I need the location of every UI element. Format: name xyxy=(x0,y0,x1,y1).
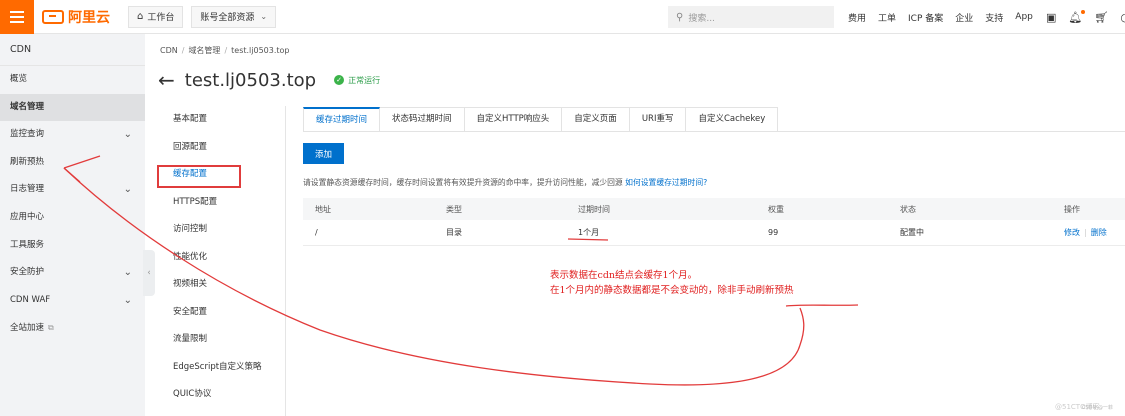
annotation-underline-text xyxy=(785,304,859,307)
annotation-arrow-curve xyxy=(63,167,805,386)
annotation-underline-expire xyxy=(567,238,609,241)
annotation-drawing xyxy=(63,155,859,386)
annotation-arrow-head xyxy=(63,155,101,183)
watermark-a: CSDN @一菲 xyxy=(1082,405,1113,411)
